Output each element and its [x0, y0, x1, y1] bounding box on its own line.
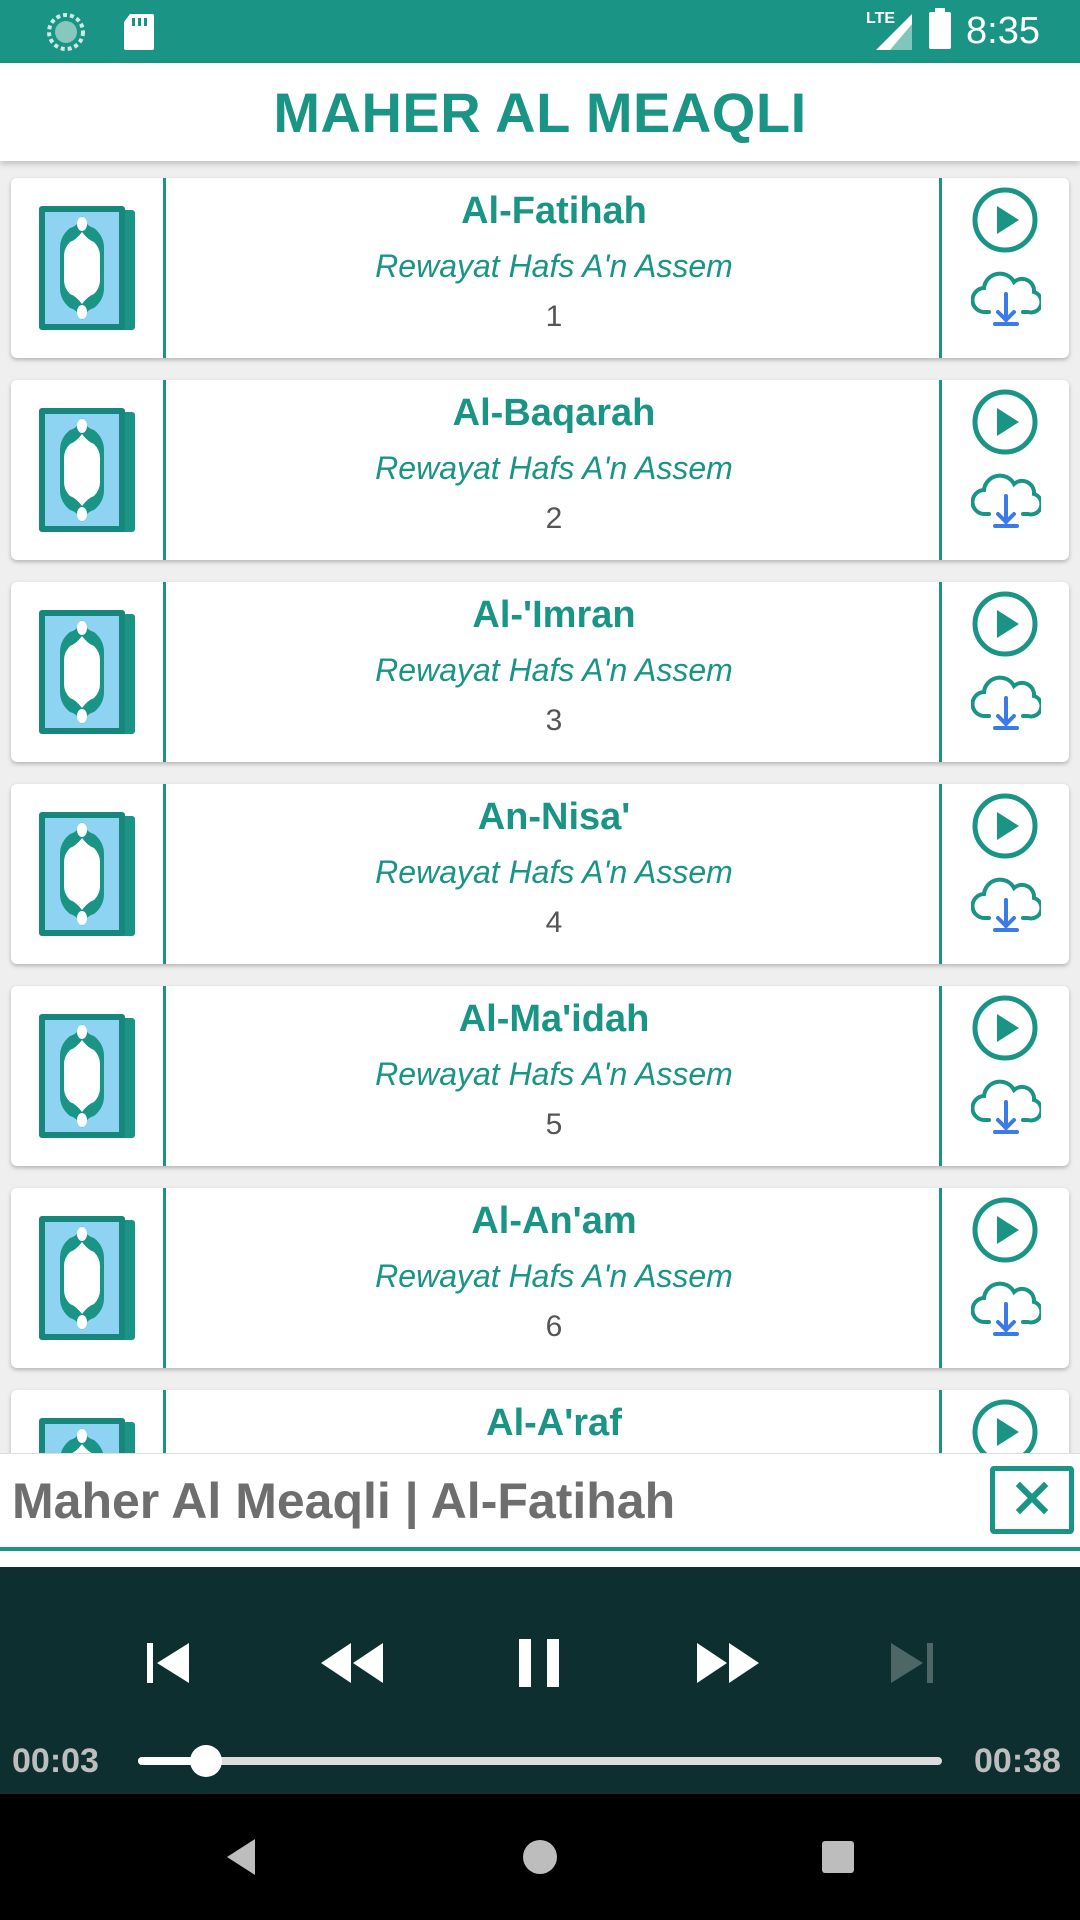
fast-forward-icon [695, 1639, 761, 1692]
app-title: MAHER AL MEAQLI [273, 80, 807, 144]
surah-name: Al-'Imran [472, 594, 636, 636]
play-icon[interactable] [971, 388, 1039, 461]
close-icon [1012, 1478, 1052, 1523]
skip-next-button[interactable] [872, 1625, 952, 1705]
surah-riwaya: Rewayat Hafs A'n Assem [375, 248, 733, 284]
surah-riwaya: Rewayat Hafs A'n Assem [375, 1258, 733, 1294]
surah-number: 5 [545, 1108, 563, 1141]
battery-icon [928, 8, 952, 55]
pause-icon [515, 1637, 565, 1694]
elapsed-time: 00:03 [12, 1742, 99, 1780]
skip-previous-icon [143, 1639, 193, 1692]
rewind-icon [319, 1639, 385, 1692]
surah-list[interactable]: Al-Fatihah Rewayat Hafs A'n Assem 1 Al-B… [0, 161, 1080, 1453]
network-label: LTE [866, 9, 896, 27]
surah-number: 3 [545, 704, 563, 737]
cloud-download-icon[interactable] [970, 468, 1044, 537]
media-player: 00:03 00:38 [0, 1567, 1080, 1794]
play-icon[interactable] [971, 1398, 1039, 1453]
play-icon[interactable] [971, 792, 1039, 865]
back-icon[interactable] [208, 1824, 274, 1890]
cloud-download-icon[interactable] [970, 670, 1044, 739]
clock: 8:35 [966, 10, 1040, 52]
pause-button[interactable] [500, 1625, 580, 1705]
fast-forward-button[interactable] [688, 1625, 768, 1705]
now-playing-title: Maher Al Meaqli | Al-Fatihah [12, 1473, 676, 1529]
surah-number: 1 [545, 300, 563, 333]
close-player-button[interactable] [990, 1466, 1074, 1534]
spinner-icon [46, 12, 86, 57]
surah-riwaya: Rewayat Hafs A'n Assem [375, 652, 733, 688]
surah-riwaya: Rewayat Hafs A'n Assem [375, 854, 733, 890]
surah-card[interactable]: Al-Baqarah Rewayat Hafs A'n Assem 2 [11, 380, 1069, 560]
system-nav-bar [0, 1794, 1080, 1920]
lte-signal-icon: LTE [866, 9, 914, 54]
skip-previous-button[interactable] [128, 1625, 208, 1705]
quran-book-icon [11, 178, 166, 358]
recents-icon[interactable] [805, 1824, 871, 1890]
surah-card[interactable]: Al-Ma'idah Rewayat Hafs A'n Assem 5 [11, 986, 1069, 1166]
surah-card[interactable]: Al-'Imran Rewayat Hafs A'n Assem 3 [11, 582, 1069, 762]
surah-number: 6 [545, 1310, 563, 1343]
play-icon[interactable] [971, 186, 1039, 259]
app-bar: MAHER AL MEAQLI [0, 63, 1080, 161]
surah-number: 4 [545, 906, 563, 939]
quran-book-icon [11, 986, 166, 1166]
quran-book-icon [11, 582, 166, 762]
cloud-download-icon[interactable] [970, 1276, 1044, 1345]
surah-card[interactable]: An-Nisa' Rewayat Hafs A'n Assem 4 [11, 784, 1069, 964]
surah-card[interactable]: Al-An'am Rewayat Hafs A'n Assem 6 [11, 1188, 1069, 1368]
cloud-download-icon[interactable] [970, 266, 1044, 335]
surah-card[interactable]: Al-Fatihah Rewayat Hafs A'n Assem 1 [11, 178, 1069, 358]
surah-name: Al-Ma'idah [458, 998, 650, 1040]
surah-card[interactable]: Al-A'raf Rewayat Hafs A'n Assem 7 [11, 1390, 1069, 1453]
surah-name: An-Nisa' [477, 796, 631, 838]
status-bar: LTE 8:35 [0, 0, 1080, 63]
seek-bar[interactable] [138, 1745, 942, 1777]
skip-next-icon [887, 1639, 937, 1692]
rewind-button[interactable] [312, 1625, 392, 1705]
surah-riwaya: Rewayat Hafs A'n Assem [375, 450, 733, 486]
home-icon[interactable] [507, 1824, 573, 1890]
quran-book-icon [11, 784, 166, 964]
sd-card-icon [122, 12, 156, 57]
play-icon[interactable] [971, 994, 1039, 1067]
cloud-download-icon[interactable] [970, 1074, 1044, 1143]
quran-book-icon [11, 1188, 166, 1368]
surah-number: 2 [545, 502, 563, 535]
quran-book-icon [11, 1390, 166, 1453]
duration-time: 00:38 [974, 1742, 1061, 1780]
surah-name: Al-An'am [471, 1200, 637, 1242]
play-icon[interactable] [971, 590, 1039, 663]
surah-name: Al-Baqarah [452, 392, 656, 434]
quran-book-icon [11, 380, 166, 560]
surah-riwaya: Rewayat Hafs A'n Assem [375, 1056, 733, 1092]
play-icon[interactable] [971, 1196, 1039, 1269]
divider [0, 1547, 1080, 1567]
surah-name: Al-Fatihah [461, 190, 647, 232]
now-playing-bar: Maher Al Meaqli | Al-Fatihah [0, 1453, 1080, 1547]
seek-thumb[interactable] [190, 1745, 223, 1777]
cloud-download-icon[interactable] [970, 872, 1044, 941]
surah-name: Al-A'raf [486, 1402, 622, 1444]
